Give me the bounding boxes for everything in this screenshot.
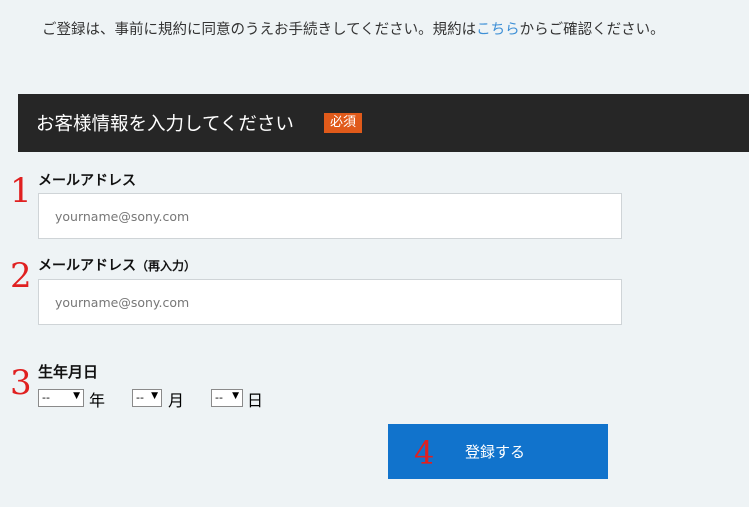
month-unit: 月 bbox=[168, 391, 185, 410]
section-header: お客様情報を入力してください 必須 bbox=[18, 94, 749, 152]
terms-intro-text: ご登録は、事前に規約に同意のうえお手続きしてください。規約はこちらからご確認くだ… bbox=[42, 18, 665, 39]
terms-link[interactable]: こちら bbox=[476, 22, 520, 38]
birth-month-select[interactable]: -- ▼ bbox=[132, 389, 162, 407]
intro-text-after: からご確認ください。 bbox=[519, 22, 665, 38]
required-badge: 必須 bbox=[324, 113, 363, 133]
email-confirm-label-text: メールアドレス bbox=[38, 258, 136, 274]
birth-day-value: -- bbox=[215, 391, 223, 404]
annotation-marker-1: 1 bbox=[10, 171, 32, 211]
email-confirm-field[interactable] bbox=[38, 279, 622, 325]
annotation-marker-3: 3 bbox=[10, 363, 32, 403]
section-title: お客様情報を入力してください bbox=[36, 114, 294, 135]
register-button[interactable]: 4 登録する bbox=[388, 424, 608, 479]
annotation-marker-2: 2 bbox=[10, 256, 32, 296]
email-label: メールアドレス bbox=[38, 173, 136, 189]
chevron-down-icon: ▼ bbox=[151, 391, 158, 401]
day-unit: 日 bbox=[247, 391, 264, 410]
chevron-down-icon: ▼ bbox=[232, 391, 239, 401]
birth-month-value: -- bbox=[136, 391, 144, 404]
birth-day-select[interactable]: -- ▼ bbox=[211, 389, 243, 407]
chevron-down-icon: ▼ bbox=[73, 391, 80, 401]
annotation-marker-4: 4 bbox=[414, 434, 435, 472]
birthdate-label: 生年月日 bbox=[38, 363, 99, 381]
email-field[interactable] bbox=[38, 193, 622, 239]
birth-year-select[interactable]: -- ▼ bbox=[38, 389, 84, 407]
year-unit: 年 bbox=[89, 391, 106, 410]
birth-year-value: -- bbox=[42, 391, 50, 404]
intro-text-before: ご登録は、事前に規約に同意のうえお手続きしてください。規約は bbox=[42, 22, 477, 38]
email-confirm-label: メールアドレス（再入力） bbox=[38, 255, 196, 275]
register-button-label: 登録する bbox=[465, 443, 526, 461]
email-confirm-label-suffix: （再入力） bbox=[136, 259, 197, 273]
